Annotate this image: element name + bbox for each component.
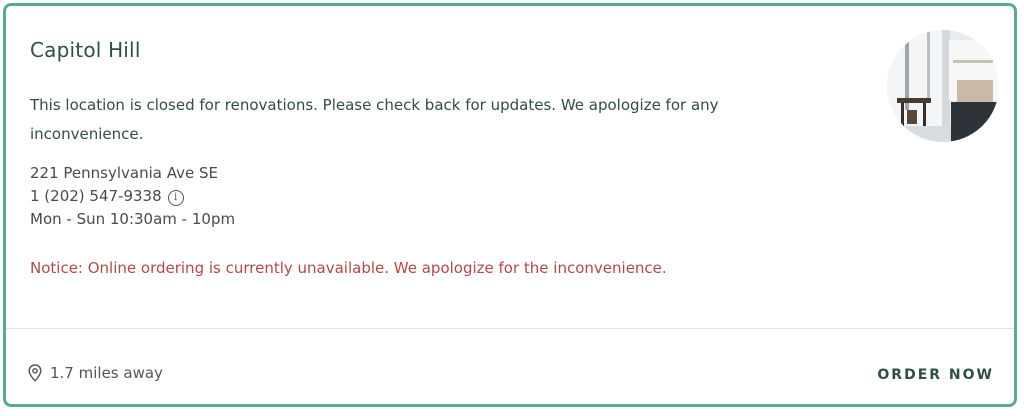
- location-card: Capitol Hill This location is closed for…: [3, 3, 1017, 407]
- ordering-notice: Notice: Online ordering is currently una…: [30, 259, 667, 277]
- address: 221 Pennsylvania Ave SE: [30, 164, 218, 182]
- phone-row: 1 (202) 547-9338 i: [30, 185, 235, 208]
- info-icon[interactable]: i: [167, 190, 184, 206]
- distance-info: 1.7 miles away: [28, 364, 163, 382]
- location-photo: [887, 30, 999, 142]
- location-pin-icon: [28, 364, 42, 382]
- card-body: Capitol Hill This location is closed for…: [6, 6, 1014, 328]
- location-name: Capitol Hill: [30, 38, 141, 62]
- hours: Mon - Sun 10:30am - 10pm: [30, 210, 236, 228]
- order-now-button[interactable]: ORDER NOW: [877, 367, 994, 383]
- distance-text: 1.7 miles away: [50, 364, 163, 382]
- phone-number[interactable]: 1 (202) 547-9338: [30, 187, 162, 205]
- location-details: 221 Pennsylvania Ave SE 1 (202) 547-9338…: [30, 162, 235, 231]
- card-footer: 1.7 miles away ORDER NOW: [6, 329, 1014, 404]
- closure-message: This location is closed for renovations.…: [30, 96, 719, 143]
